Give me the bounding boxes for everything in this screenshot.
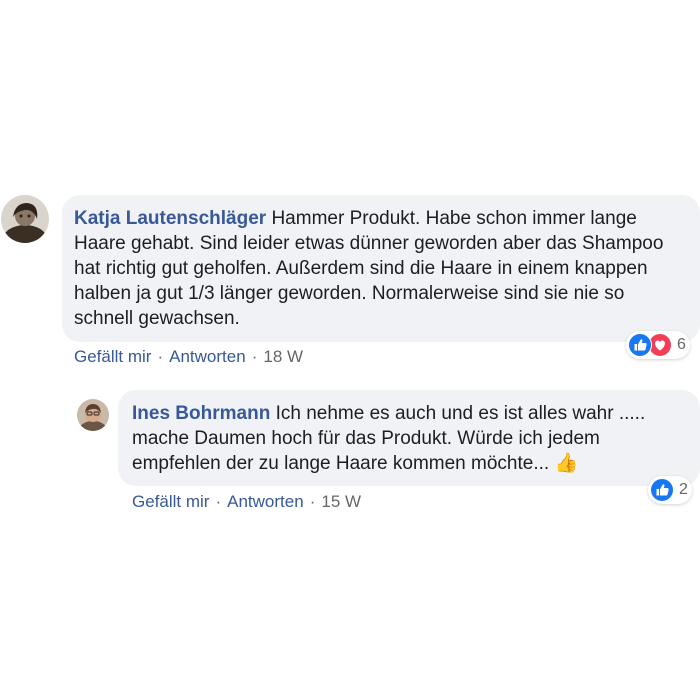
comment-timestamp[interactable]: 15 W (321, 492, 361, 511)
separator-dot: · (215, 492, 222, 511)
thumbs-up-emoji: 👍 (554, 452, 579, 474)
reactions-summary[interactable]: 2 (648, 476, 692, 504)
reply-bubble: Ines Bohrmann Ich nehme es auch und es i… (118, 390, 700, 486)
reaction-count: 2 (679, 481, 688, 498)
avatar-photo (77, 399, 109, 431)
comment-2: Ines Bohrmann Ich nehme es auch und es i… (0, 0, 700, 520)
like-icon (628, 333, 652, 357)
avatar[interactable] (77, 399, 109, 431)
like-icon (650, 478, 674, 502)
comment-actions: Gefällt mir · Antworten · 15 W (132, 492, 361, 512)
separator-dot: · (309, 492, 316, 511)
like-link[interactable]: Gefällt mir (132, 492, 209, 511)
reply-link[interactable]: Antworten (227, 492, 304, 511)
comment-author[interactable]: Ines Bohrmann (132, 403, 270, 424)
